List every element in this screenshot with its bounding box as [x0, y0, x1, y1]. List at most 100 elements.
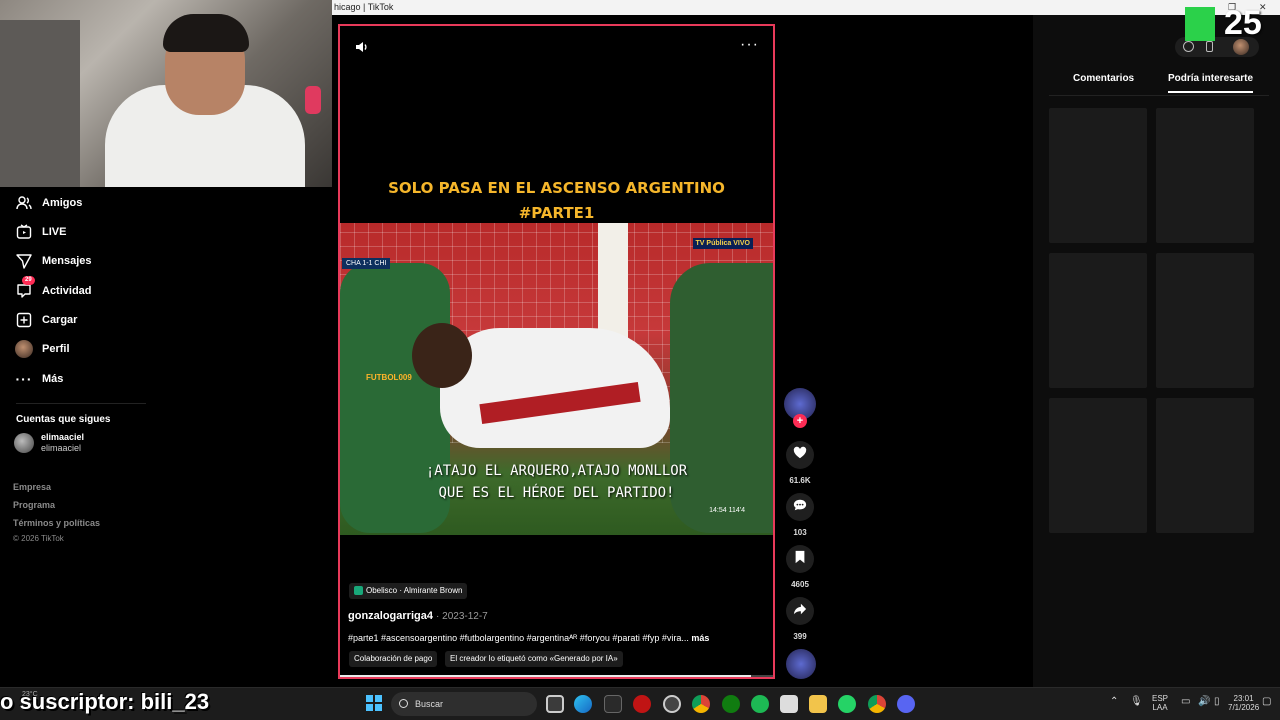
description-more-link[interactable]: más: [691, 633, 709, 643]
battery-icon[interactable]: ▯: [1214, 697, 1220, 707]
friends-icon: [14, 193, 34, 213]
like-count: 61.6K: [789, 476, 811, 485]
sidebar: Amigos LIVE Mensajes 29 Actividad Cargar…: [0, 187, 332, 687]
nav-item-live[interactable]: LIVE: [14, 220, 66, 244]
panel-tabs: Comentarios Podría interesarte: [1049, 71, 1269, 96]
suggested-video-tile[interactable]: [1049, 398, 1147, 533]
nav-label-activity: Actividad: [42, 285, 92, 297]
tab-comments[interactable]: Comentarios: [1073, 73, 1134, 84]
suggested-video-tile[interactable]: [1049, 253, 1147, 388]
discord-icon[interactable]: [897, 695, 915, 713]
post-date: · 2023-12-7: [436, 611, 488, 622]
webcam-chair: [0, 20, 80, 187]
goalkeeper-head: [412, 323, 472, 388]
comment-icon: [793, 498, 807, 517]
video-caption-title: SOLO PASA EN EL ASCENSO ARGENTINO #PARTE…: [340, 176, 773, 226]
tray-chevron-icon[interactable]: ⌃: [1110, 697, 1118, 707]
microphone-icon[interactable]: 🎙: [1130, 697, 1143, 707]
obs-icon[interactable]: [663, 695, 681, 713]
following-account[interactable]: elimaaciel elimaaciel: [14, 432, 84, 454]
paid-collab-chip[interactable]: Colaboración de pago: [349, 651, 438, 667]
nav-item-upload[interactable]: Cargar: [14, 308, 77, 332]
kick-logo: [1185, 7, 1215, 41]
edge-icon[interactable]: [574, 695, 592, 713]
subscriber-alert-text: o suscriptor: bili_23: [0, 689, 210, 714]
footer-copyright: © 2026 TikTok: [13, 534, 64, 543]
whatsapp-icon[interactable]: [838, 695, 856, 713]
footer-link-program[interactable]: Programa: [13, 500, 55, 510]
compass-icon[interactable]: [1183, 41, 1194, 52]
webcam-streamer-hair: [163, 14, 249, 52]
suggested-video-tile[interactable]: [1049, 108, 1147, 243]
volume-icon[interactable]: [354, 39, 370, 60]
ai-generated-chip[interactable]: El creador lo etiquetó como «Generado po…: [445, 651, 623, 667]
video-clip-frame: CHA 1-1 CHI TV Pública VIVO FUTBOL009 ¡A…: [340, 223, 773, 535]
nav-item-profile[interactable]: Perfil: [14, 337, 70, 361]
nav-item-activity[interactable]: 29 Actividad: [14, 276, 92, 303]
nav-item-messages[interactable]: Mensajes: [14, 249, 92, 273]
profile-avatar: [14, 339, 34, 359]
video-more-options-icon[interactable]: ···: [740, 36, 759, 54]
subtitle-line-1: ¡ATAJO EL ARQUERO,ATAJO MONLLOR: [425, 463, 688, 479]
spotify-icon[interactable]: [751, 695, 769, 713]
search-icon: [399, 699, 408, 708]
share-count: 399: [793, 632, 807, 641]
webcam-light: [305, 86, 321, 114]
next-creator-avatar[interactable]: [786, 649, 816, 679]
video-player[interactable]: ··· SOLO PASA EN EL ASCENSO ARGENTINO #P…: [338, 24, 775, 679]
footer-link-terms[interactable]: Términos y políticas: [13, 518, 100, 528]
description-text: #parte1 #ascensoargentino #futbolargenti…: [348, 633, 689, 643]
capcut-icon[interactable]: [780, 695, 798, 713]
share-icon: [793, 602, 807, 621]
language-indicator[interactable]: ESP LAA: [1152, 694, 1168, 712]
volume-tray-icon[interactable]: 🔊: [1198, 697, 1210, 707]
channel-logo: TV Pública VIVO: [692, 238, 753, 249]
heart-icon: [793, 446, 807, 465]
comment-count: 103: [793, 528, 807, 537]
taskbar-search-label: Buscar: [415, 699, 444, 709]
suggested-video-tile[interactable]: [1156, 253, 1254, 388]
xbox-icon[interactable]: [722, 695, 740, 713]
nav-label-friends: Amigos: [42, 197, 83, 209]
app-icon[interactable]: [604, 695, 622, 713]
follow-plus-icon[interactable]: +: [793, 414, 807, 428]
nav-item-more[interactable]: ··· Más: [14, 367, 64, 391]
right-panel: Comentarios Podría interesarte: [1033, 15, 1280, 687]
video-description: #parte1 #ascensoargentino #futbolargenti…: [348, 633, 768, 643]
comment-button[interactable]: [786, 493, 814, 521]
location-tag[interactable]: Obelisco · Almirante Brown: [349, 583, 468, 599]
taskbar-time: 23:01: [1233, 694, 1254, 703]
caption-line-1: SOLO PASA EN EL ASCENSO ARGENTINO: [388, 179, 725, 197]
footer-link-company[interactable]: Empresa: [13, 482, 51, 492]
chrome-icon[interactable]: [692, 695, 710, 713]
tab-suggestions[interactable]: Podría interesarte: [1168, 73, 1254, 93]
save-count: 4605: [791, 580, 809, 589]
language-code: ESP: [1152, 694, 1169, 703]
network-icon[interactable]: ▭: [1181, 697, 1190, 707]
suggested-video-tile[interactable]: [1156, 398, 1254, 533]
window-title: hicago | TikTok: [334, 2, 394, 12]
like-button[interactable]: [786, 441, 814, 469]
suggested-video-tile[interactable]: [1156, 108, 1254, 243]
opera-icon[interactable]: [633, 695, 651, 713]
task-view-icon[interactable]: [546, 695, 564, 713]
video-progress-bar[interactable]: [340, 675, 773, 677]
location-label: Obelisco · Almirante Brown: [366, 586, 463, 595]
share-button[interactable]: [786, 597, 814, 625]
notifications-icon[interactable]: ▢: [1262, 697, 1271, 707]
device-icon[interactable]: [1206, 41, 1213, 52]
taskbar-search[interactable]: Buscar: [391, 692, 537, 716]
taskbar-clock[interactable]: 23:01 7/1/2026: [1228, 694, 1259, 712]
taskbar-date: 7/1/2026: [1228, 703, 1260, 712]
file-explorer-icon[interactable]: [809, 695, 827, 713]
video-author[interactable]: gonzalogarriga4 · 2023-12-7: [348, 610, 488, 622]
chrome-icon[interactable]: [868, 695, 886, 713]
windows-start-icon[interactable]: [366, 695, 382, 711]
save-button[interactable]: [786, 545, 814, 573]
location-icon: [354, 586, 363, 596]
nav-item-friends[interactable]: Amigos: [14, 191, 82, 215]
scoreboard: CHA 1-1 CHI: [342, 258, 391, 269]
upload-icon: [14, 310, 34, 330]
video-subtitle: ¡ATAJO EL ARQUERO,ATAJO MONLLOR QUE ES E…: [340, 460, 773, 504]
author-name[interactable]: gonzalogarriga4: [348, 610, 433, 622]
